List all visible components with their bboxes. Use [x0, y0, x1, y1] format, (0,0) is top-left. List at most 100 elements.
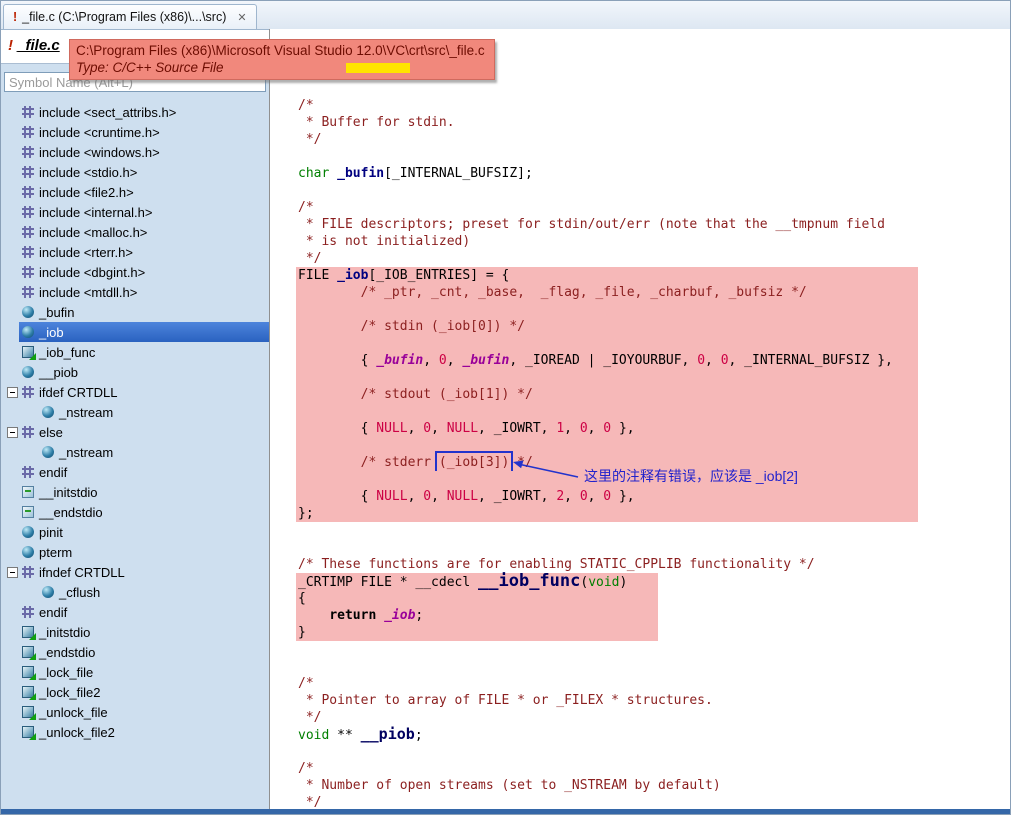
- tree-item[interactable]: __endstdio: [1, 502, 269, 522]
- function-icon: [22, 726, 36, 740]
- tree-item[interactable]: include <dbgint.h>: [1, 262, 269, 282]
- tree-item[interactable]: include <rterr.h>: [1, 242, 269, 262]
- tree-item-label: pinit: [39, 524, 63, 540]
- tree-item[interactable]: ifndef CRTDLL: [1, 562, 269, 582]
- code-line: {: [296, 590, 1010, 607]
- code-editor[interactable]: /* * Buffer for stdin. */char _bufin[_IN…: [269, 29, 1010, 809]
- tree-item[interactable]: include <file2.h>: [1, 182, 269, 202]
- collapse-minus-icon[interactable]: [7, 426, 18, 438]
- tree-item[interactable]: include <mtdll.h>: [1, 282, 269, 302]
- code-text: {: [298, 489, 377, 504]
- tree-item[interactable]: _iob: [1, 322, 269, 342]
- tree-item[interactable]: _bufin: [1, 302, 269, 322]
- code-line: /*: [298, 675, 1010, 692]
- tree-item[interactable]: _nstream: [1, 442, 269, 462]
- tree-item-label: include <stdio.h>: [39, 164, 138, 180]
- iob3-boxed-text: (_iob[3]): [434, 451, 514, 474]
- variable-icon: [22, 306, 34, 318]
- code-text: return: [329, 608, 377, 623]
- code-text: * FILE descriptors; preset for stdin/out…: [298, 217, 885, 232]
- code-text: [_INTERNAL_BUFSIZ];: [384, 166, 533, 181]
- tree-item[interactable]: _unlock_file2: [1, 722, 269, 742]
- code-text: /* These functions are for enabling STAT…: [298, 557, 815, 572]
- collapse-minus-icon[interactable]: [7, 566, 18, 578]
- code-text: _bufin: [376, 353, 424, 368]
- tree-item-label: include <internal.h>: [39, 204, 153, 220]
- code-text: /*: [298, 98, 314, 113]
- tree-item[interactable]: _initstdio: [1, 622, 269, 642]
- code-text: _bufin: [337, 166, 385, 181]
- tree-item[interactable]: include <stdio.h>: [1, 162, 269, 182]
- file-tab-title: _file.c (C:\Program Files (x86)\...\src): [22, 10, 227, 24]
- tree-item-label: ifdef CRTDLL: [39, 384, 118, 400]
- tree-item[interactable]: include <windows.h>: [1, 142, 269, 162]
- preprocessor-icon: [22, 606, 34, 618]
- code-text: 0: [423, 489, 432, 504]
- code-line: /*: [298, 760, 1010, 777]
- tree-item[interactable]: endif: [1, 602, 269, 622]
- pane-tab[interactable]: ! _file.c: [8, 37, 60, 54]
- tree-item[interactable]: pterm: [1, 542, 269, 562]
- tree-item[interactable]: include <malloc.h>: [1, 222, 269, 242]
- code-line: /* These functions are for enabling STAT…: [298, 556, 1010, 573]
- code-text: {: [298, 421, 377, 436]
- tree-item[interactable]: _nstream: [1, 402, 269, 422]
- tree-item[interactable]: _unlock_file: [1, 702, 269, 722]
- code-text: 0: [579, 421, 588, 436]
- code-text: , _IOWRT,: [478, 489, 557, 504]
- tree-item[interactable]: ifdef CRTDLL: [1, 382, 269, 402]
- tree-item[interactable]: _cflush: [1, 582, 269, 602]
- code-text: ,: [587, 489, 604, 504]
- tree-item[interactable]: endif: [1, 462, 269, 482]
- tree-item[interactable]: _lock_file: [1, 662, 269, 682]
- tree-item[interactable]: __piob: [1, 362, 269, 382]
- code-text: [_IOB_ENTRIES] = {: [368, 268, 510, 283]
- file-tab[interactable]: ! _file.c (C:\Program Files (x86)\...\sr…: [3, 4, 257, 29]
- tree-item-label: include <file2.h>: [39, 184, 134, 200]
- code-line: { NULL, 0, NULL, _IOWRT, 2, 0, 0 },: [296, 488, 1010, 505]
- code-text: * Buffer for stdin.: [298, 115, 455, 130]
- preprocessor-icon: [22, 166, 34, 178]
- code-line: */: [298, 250, 1010, 267]
- tooltip-type: Type: C/C++ Source File: [76, 60, 224, 75]
- code-text: ,: [564, 489, 580, 504]
- code-text: /*: [298, 676, 314, 691]
- code-text: ,: [423, 353, 439, 368]
- file-path-tooltip: C:\Program Files (x86)\Microsoft Visual …: [69, 39, 495, 80]
- preprocessor-icon: [22, 226, 34, 238]
- collapse-minus-icon[interactable]: [7, 386, 18, 398]
- code-line: /* _ptr, _cnt, _base, _flag, _file, _cha…: [296, 284, 1010, 301]
- tree-item[interactable]: __initstdio: [1, 482, 269, 502]
- function-icon: [22, 666, 36, 680]
- code-text: /*: [298, 200, 314, 215]
- tree-item[interactable]: _endstdio: [1, 642, 269, 662]
- tree-item[interactable]: else: [1, 422, 269, 442]
- tree-item[interactable]: _iob_func: [1, 342, 269, 362]
- preprocessor-icon: [22, 206, 34, 218]
- code-line: * FILE descriptors; preset for stdin/out…: [298, 216, 1010, 233]
- tab-close-icon[interactable]: ✕: [237, 11, 246, 24]
- code-text: _iob: [337, 268, 369, 283]
- tree-item-label: _unlock_file: [39, 704, 108, 720]
- variable-icon: [42, 446, 54, 458]
- tree-item[interactable]: include <internal.h>: [1, 202, 269, 222]
- tree-item-label: else: [39, 424, 63, 440]
- tree-item[interactable]: include <cruntime.h>: [1, 122, 269, 142]
- code-line: /* stdout (_iob[1]) */: [296, 386, 1010, 403]
- code-text: ;: [415, 608, 424, 623]
- code-text: __iob_func: [478, 571, 581, 591]
- code-text: 2: [556, 489, 565, 504]
- tree-item[interactable]: include <sect_attribs.h>: [1, 102, 269, 122]
- code-text: , _INTERNAL_BUFSIZ },: [728, 353, 893, 368]
- code-text: _CRTIMP FILE * __cdecl: [298, 575, 479, 590]
- code-text: ): [619, 575, 628, 590]
- code-line: * Pointer to array of FILE * or _FILEX *…: [298, 692, 1010, 709]
- source-insight-window: ! _file.c (C:\Program Files (x86)\...\sr…: [0, 0, 1011, 815]
- tree-item[interactable]: _lock_file2: [1, 682, 269, 702]
- tree-item[interactable]: pinit: [1, 522, 269, 542]
- code-text: * Number of open streams (set to _NSTREA…: [298, 778, 721, 793]
- code-line: [296, 301, 1010, 318]
